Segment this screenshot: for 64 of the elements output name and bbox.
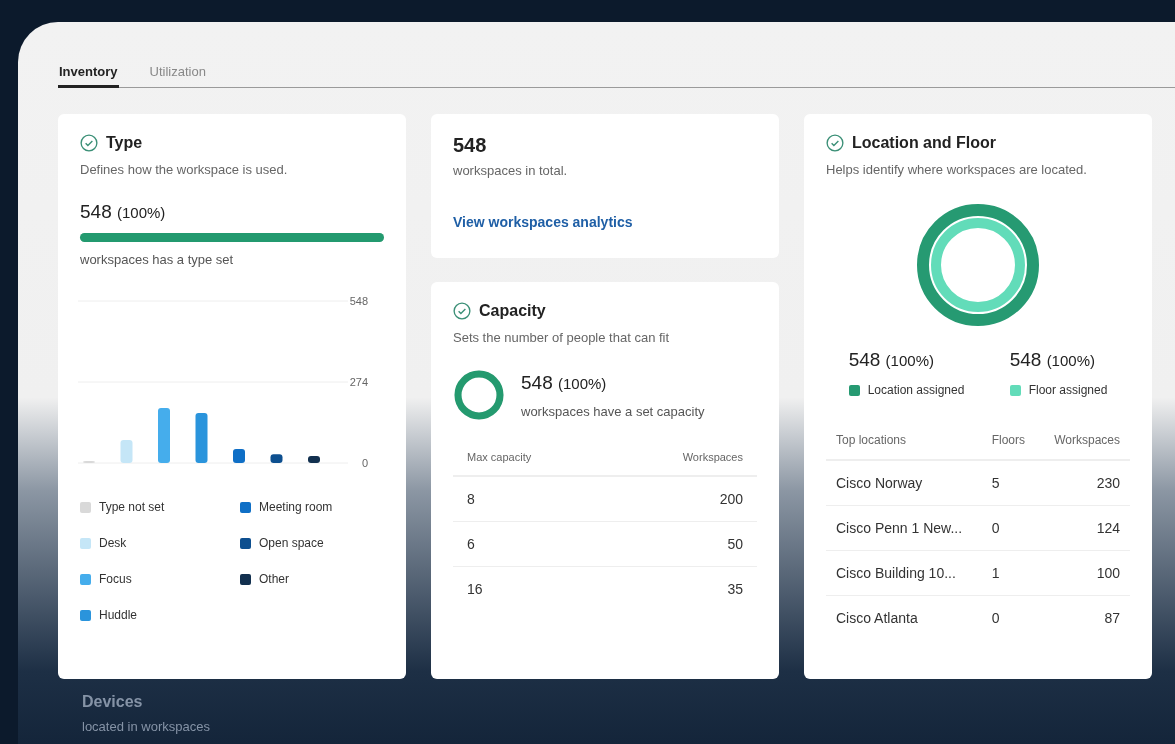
table-cell: Cisco Penn 1 New... [826,505,982,551]
total-count: 548 [453,134,488,157]
check-circle-icon [453,302,471,320]
table-cell: 124 [1038,505,1130,551]
check-circle-icon [826,134,844,152]
table-cell: 200 [608,476,757,522]
table-cell: Cisco Atlanta [826,595,982,640]
section-caption: located in workspaces [82,719,211,734]
bar [195,413,208,463]
tab[interactable]: Utilization [148,64,207,88]
count-text: 548 (100%) [80,201,167,223]
table-cell: 1 [981,550,1039,596]
legend-label: Focus [99,572,132,586]
table-cell: 87 [1038,595,1130,640]
tab[interactable]: Inventory [58,64,119,88]
column-header: Floors [981,433,1039,460]
card-description: Helps identify where workspaces are located. [826,162,1088,177]
table-cell: 50 [608,521,757,567]
ring-chart [453,369,505,421]
card-description: Defines how the workspace is used. [80,162,289,177]
table-cell: 0 [981,595,1039,640]
table-cell: 16 [453,566,609,611]
card-title: Type [106,134,143,152]
table-cell: 5 [981,460,1039,506]
bar [308,455,320,463]
legend-label: Desk [99,536,127,550]
axis-label: 274 [349,376,368,388]
count-text: 548 (100%) [1009,349,1096,371]
bar [158,408,170,463]
column-header: Workspaces [1038,433,1130,460]
table-cell: 230 [1038,460,1130,506]
legend-label: Location assigned [867,383,965,397]
caption-text: workspaces have a set capacity [521,403,705,419]
column-header: Workspaces [608,451,757,476]
bar [120,439,133,463]
card-title: Location and Floor [852,134,996,152]
bar [270,454,283,463]
card-description: Sets the number of people that can fit [453,330,671,345]
analytics-link[interactable]: View workspaces analytics [453,214,633,230]
table-cell: Cisco Norway [826,460,982,506]
legend-label: Other [259,572,289,586]
axis-label: 0 [361,457,368,469]
table-cell: Cisco Building 10... [826,550,982,596]
legend-label: Huddle [99,608,138,622]
legend-label: Open space [259,536,324,550]
count-text: 548 (100%) [848,349,935,371]
column-header: Max capacity [453,451,609,476]
count-text: 548 (100%) [521,371,608,394]
column-header: Top locations [826,433,982,460]
table-cell: 100 [1038,550,1130,596]
table-cell: 6 [453,521,609,567]
legend-label: Meeting room [259,500,333,514]
check-circle-icon [80,134,98,152]
section-title: Devices [82,693,144,711]
card-title: Capacity [479,302,546,320]
legend-label: Type not set [99,500,165,514]
caption-text: workspaces has a type set [80,252,235,267]
bar [233,449,245,463]
table-cell: 35 [608,566,757,611]
table-cell: 0 [981,505,1039,551]
axis-label: 548 [349,295,368,307]
caption-text: workspaces in total. [453,163,569,178]
table-cell: 8 [453,476,609,522]
legend-label: Floor assigned [1028,383,1108,397]
